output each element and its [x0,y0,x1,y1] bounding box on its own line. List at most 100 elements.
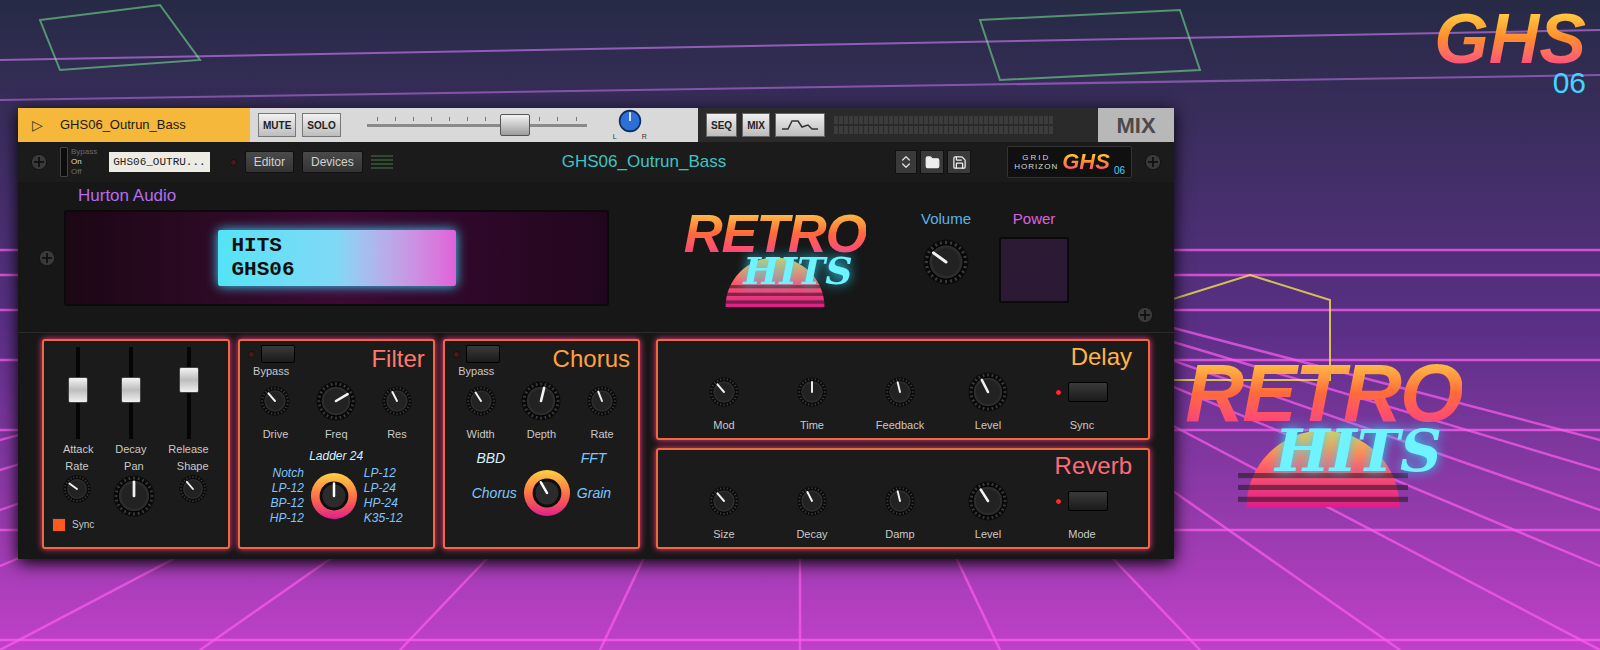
play-icon[interactable]: ▷ [26,115,48,136]
knob[interactable] [382,386,412,416]
track-button[interactable]: SOLO [302,113,340,137]
volume-knob[interactable] [923,239,969,285]
power-button[interactable] [999,237,1069,303]
open-patch-button[interactable] [920,150,944,174]
knob-holder [521,380,561,422]
tape-label: GHS06_OUTRU... [109,152,209,172]
mode-option[interactable]: LP-12 [364,466,396,481]
screw-icon [1144,153,1162,171]
sync-label: Sync [72,517,94,532]
slider-handle[interactable] [68,377,88,403]
mode-knob[interactable] [310,472,358,520]
bypass-button[interactable] [466,345,500,363]
knob[interactable] [885,377,915,407]
knob-slot: Level [944,371,1032,432]
panel-title: Delay [1071,343,1132,371]
brand-line1: GRID [1022,153,1050,162]
panel-title: Filter [371,345,424,373]
knob[interactable] [797,377,827,407]
knob[interactable] [521,381,561,421]
knob-label: Width [467,428,495,441]
bypass-switch[interactable]: BypassOnOff [60,147,97,177]
knob[interactable] [587,386,617,416]
patch-browse-button[interactable] [895,150,917,174]
mode-option[interactable]: FFT [581,449,607,467]
mode-option[interactable]: Ladder 24 [309,449,363,464]
volume-fader[interactable] [367,114,587,136]
knob[interactable] [466,386,496,416]
mode-option[interactable]: BBD [476,449,505,467]
switch-option[interactable]: Off [71,167,97,177]
save-patch-button[interactable] [947,150,971,174]
mode-option[interactable]: Notch [273,466,304,481]
slider-track[interactable] [179,347,199,439]
mode-option[interactable]: BP-12 [271,496,304,511]
knob[interactable] [968,481,1008,521]
brand-line2: HORIZON [1014,162,1058,171]
level-meter [834,116,1090,134]
slider-track[interactable] [68,347,88,439]
knob-control: Drive [260,380,290,441]
waveform-button[interactable] [775,113,825,137]
knob[interactable] [709,377,739,407]
knob-control: Res [382,380,412,441]
retro-hits-logo: RETROHITS [675,206,875,290]
view-button[interactable]: SEQ [706,113,737,137]
sync-checkbox[interactable] [52,518,66,532]
panel-title: Chorus [553,345,630,373]
switch-option[interactable]: On [71,157,97,167]
knob[interactable] [179,475,207,503]
knob-label: Depth [527,428,556,441]
save-icon [952,155,967,170]
envelope-slider: Release [168,347,208,456]
mode-knob[interactable] [523,469,571,517]
logo-holder: RETROHITS [675,206,875,290]
header-button[interactable]: Devices [302,151,363,173]
maker-label: Hurton Audio [38,186,609,206]
track-view-bar: SEQMIX [698,108,1098,142]
knob[interactable] [709,486,739,516]
knob[interactable] [63,475,91,503]
knob[interactable] [797,486,827,516]
mode-option[interactable]: Grain [577,484,611,502]
track-controls: MUTESOLOLR [250,108,698,142]
knob[interactable] [968,372,1008,412]
power-label: Power [1013,208,1056,231]
pan-left-label: L [613,133,617,141]
switch-option[interactable]: Bypass [71,147,97,157]
envelope-knob: Pan [113,460,155,517]
knob-label: Size [713,528,734,541]
knob-control: Depth [521,380,561,441]
knob-control: Level [968,371,1008,432]
bypass-button[interactable] [261,345,295,363]
fader-handle[interactable] [500,114,530,136]
mode-option[interactable]: Chorus [472,484,517,502]
mode-option[interactable]: LP-24 [364,481,396,496]
mode-option[interactable]: LP-12 [272,481,304,496]
knob-control: Feedback [876,371,924,432]
view-button[interactable]: MIX [742,113,770,137]
pan-knob[interactable] [618,109,642,133]
effect-button[interactable] [1068,382,1108,402]
knob[interactable] [113,475,155,517]
device-header: BypassOnOffGHS06_OUTRU...EditorDevicesGH… [18,142,1174,182]
button-label: Mode [1068,528,1096,541]
knob-label: Freq [325,428,348,441]
track-tab[interactable]: ▷GHS06_Outrun_Bass [18,108,250,142]
slider-handle[interactable] [179,367,199,393]
track-button[interactable]: MUTE [258,113,296,137]
mode-option[interactable]: HP-12 [270,511,304,526]
header-button[interactable]: Editor [245,151,294,173]
mode-option[interactable]: HP-24 [364,496,398,511]
mix-tab[interactable]: MIX [1098,108,1174,142]
knob[interactable] [260,386,290,416]
knob-control: Mod [709,371,739,432]
slider-handle[interactable] [121,377,141,403]
slider-track[interactable] [121,347,141,439]
effect-button[interactable] [1068,491,1108,511]
knob[interactable] [885,486,915,516]
knob-slot: Decay [768,480,856,541]
mode-option[interactable]: K35-12 [364,511,403,526]
knob-label: Res [387,428,407,441]
knob[interactable] [316,381,356,421]
